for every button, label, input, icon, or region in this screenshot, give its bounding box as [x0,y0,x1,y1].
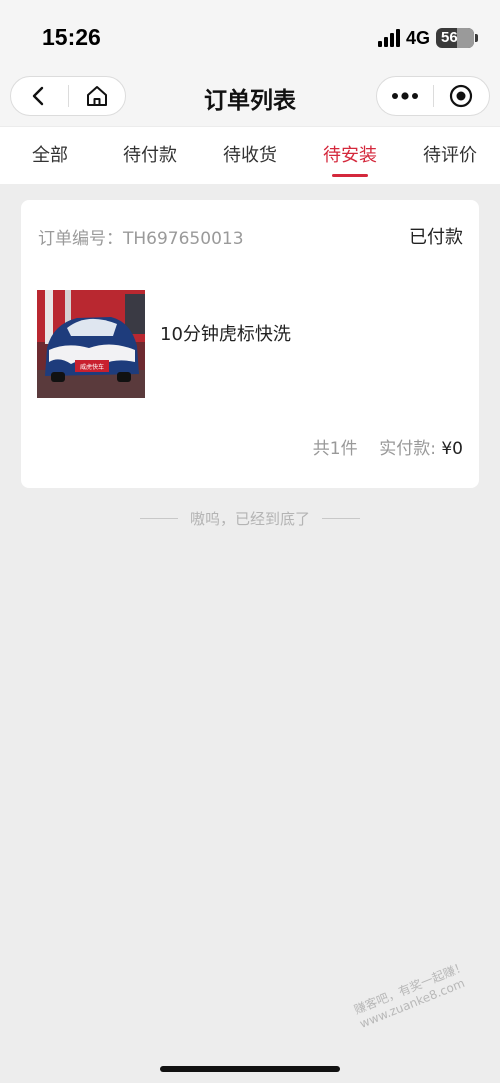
tab-pending-payment[interactable]: 待付款 [100,127,200,185]
divider-line [322,517,360,519]
end-tip-text: 嗷呜，已经到底了 [189,509,310,528]
product-name[interactable]: 10分钟虎标快洗 [160,320,291,346]
status-time: 15:26 [42,24,101,50]
battery-level: 56 [441,29,458,46]
paid-amount: ¥0 [441,439,463,459]
more-button[interactable] [377,76,433,116]
active-tab-indicator [332,174,368,177]
tab-label: 待收货 [223,145,277,166]
order-number-value: TH697650013 [123,229,244,249]
watermark: 赚客吧，有奖一起赚！ www.zuanke8.com [352,959,475,1032]
order-summary: 共1件 实付款: ¥0 [313,434,463,459]
order-number: 订单编号：TH697650013 [38,224,244,249]
tab-label: 待安装 [323,145,377,166]
order-number-label: 订单编号： [38,229,123,249]
network-type: 4G [405,27,430,48]
tab-pending-install[interactable]: 待安装 [300,127,400,185]
tab-pending-review[interactable]: 待评价 [400,127,500,185]
order-list-page: 15:26 4G 56 订单列表 全部 待付款 待收货 待安装 待评价 订单编号… [0,0,500,1083]
tab-label: 全部 [32,145,68,166]
car-wash-photo: 威虎快车 [37,290,145,398]
nav-bar: 订单列表 [0,72,500,126]
status-bar: 15:26 4G 56 [0,0,500,72]
order-card[interactable]: 订单编号：TH697650013 已付款 威虎快车 10分钟虎标快洗 共1件 实… [21,200,479,488]
battery-icon: 56 [436,28,478,48]
nav-capsule-right [376,76,490,116]
order-status-tabs: 全部 待付款 待收货 待安装 待评价 [0,126,500,184]
home-indicator[interactable] [160,1066,340,1072]
more-dots-icon [391,92,418,100]
signal-icon [377,29,400,47]
divider-line [139,517,178,519]
close-miniprogram-button[interactable] [433,76,489,116]
plate-caption: 威虎快车 [80,363,104,371]
tab-label: 待付款 [123,145,177,166]
tab-all[interactable]: 全部 [0,127,100,185]
product-image[interactable]: 威虎快车 [37,290,145,398]
status-indicators: 4G 56 [377,27,478,49]
tab-label: 待评价 [423,145,477,166]
item-count: 共1件 [312,439,358,459]
paid-label: 实付款: [379,439,436,459]
end-of-list-tip: 嗷呜，已经到底了 [0,507,500,529]
tab-pending-receipt[interactable]: 待收货 [200,127,300,185]
target-circle-icon [450,84,473,108]
order-status: 已付款 [409,227,463,248]
